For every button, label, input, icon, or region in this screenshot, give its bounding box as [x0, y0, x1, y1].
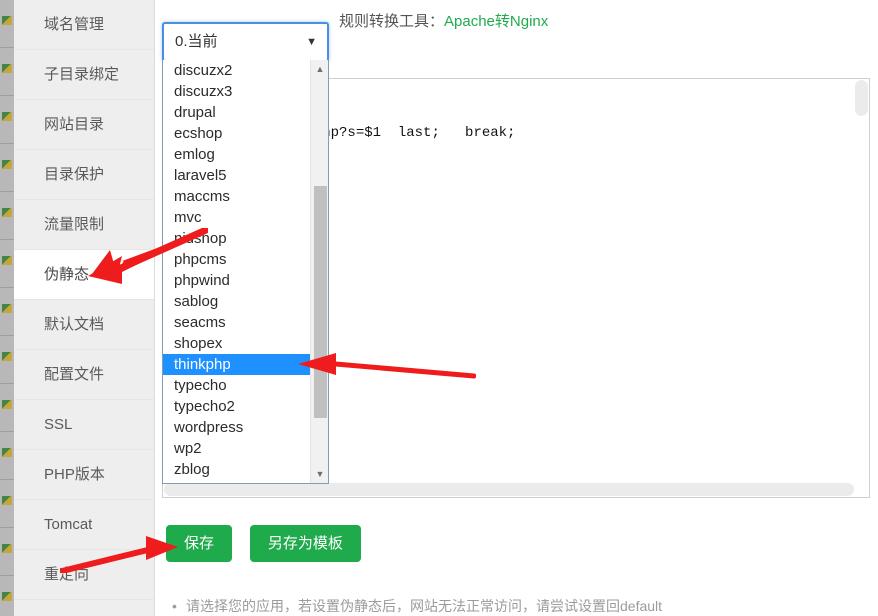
app-select-dropdown[interactable]: discuzx2 discuzx3 drupal ecshop emlog laravel… [162, 60, 329, 484]
sidebar-item-label: 默认文档 [44, 316, 105, 333]
edge-row [0, 240, 14, 288]
edge-marker-icon [2, 256, 12, 265]
triangle-up-icon[interactable]: ▲ [311, 60, 328, 78]
code-horizontal-scrollbar[interactable] [164, 483, 855, 496]
sidebar-item-6[interactable]: 默认文档 [14, 300, 154, 350]
sidebar-item-label: PHP版本 [44, 466, 105, 483]
app-option-discuzx3[interactable]: discuzx3 [163, 81, 311, 102]
edge-row [0, 288, 14, 336]
edge-row [0, 432, 14, 480]
rule-converter-row: 规则转换工具：Apache转Nginx [339, 10, 548, 31]
edge-row [0, 96, 14, 144]
app-option-thinkphp[interactable]: thinkphp [163, 354, 311, 375]
app-option-drupal[interactable]: drupal [163, 102, 311, 123]
app-option-zblog[interactable]: zblog [163, 459, 311, 480]
edge-marker-icon [2, 400, 12, 409]
edge-row [0, 528, 14, 576]
app-option-ecshop[interactable]: ecshop [163, 123, 311, 144]
edge-row [0, 576, 14, 616]
sidebar-item-10[interactable]: Tomcat [14, 500, 154, 550]
sidebar-item-11[interactable]: 重定向 [14, 550, 154, 600]
edge-row [0, 48, 14, 96]
triangle-down-icon[interactable]: ▼ [311, 465, 328, 483]
app-option-maccms[interactable]: maccms [163, 186, 311, 207]
app-option-wordpress[interactable]: wordpress [163, 417, 311, 438]
sidebar-item-9[interactable]: PHP版本 [14, 450, 154, 500]
app-option-laravel5[interactable]: laravel5 [163, 165, 311, 186]
app-option-wp2[interactable]: wp2 [163, 438, 311, 459]
edge-marker-icon [2, 160, 12, 169]
chevron-down-icon: ▼ [306, 36, 317, 48]
left-edge-strip [0, 0, 14, 616]
action-buttons: 保存 另存为模板 [166, 525, 361, 562]
app-option-typecho2[interactable]: typecho2 [163, 396, 311, 417]
edge-marker-icon [2, 448, 12, 457]
app-select-option-list[interactable]: discuzx2 discuzx3 drupal ecshop emlog laravel… [163, 60, 311, 483]
sidebar-item-label: 子目录绑定 [44, 66, 120, 83]
bullet-icon: • [172, 598, 177, 614]
edge-row [0, 336, 14, 384]
dropdown-scrollbar[interactable]: ▲ ▼ [310, 60, 328, 483]
app-option-phpwind[interactable]: phpwind [163, 270, 311, 291]
save-button[interactable]: 保存 [166, 525, 233, 562]
sidebar-item-7[interactable]: 配置文件 [14, 350, 154, 400]
edge-marker-icon [2, 64, 12, 73]
code-vertical-scroll-thumb[interactable] [855, 80, 868, 116]
sidebar-item-label: 网站目录 [44, 116, 105, 133]
sidebar-item-label: 流量限制 [44, 216, 105, 233]
edge-row [0, 144, 14, 192]
main-content: 0.当前 ▼ 规则转换工具：Apache转Nginx equest_filena… [156, 0, 878, 616]
app-option-sablog[interactable]: sablog [163, 291, 311, 312]
edge-row [0, 480, 14, 528]
apache-to-nginx-link[interactable]: Apache转Nginx [444, 13, 548, 30]
sidebar: 域名管理子目录绑定网站目录目录保护流量限制伪静态默认文档配置文件 SSL PHP版本… [14, 0, 155, 616]
edge-marker-icon [2, 496, 12, 505]
sidebar-item-label: 目录保护 [44, 166, 105, 183]
edge-marker-icon [2, 592, 12, 601]
app-option-phpcms[interactable]: phpcms [163, 249, 311, 270]
sidebar-item-label: 伪静态 [44, 266, 90, 283]
sidebar-item-2[interactable]: 网站目录 [14, 100, 154, 150]
app-option-shopex[interactable]: shopex [163, 333, 311, 354]
sidebar-item-label: 重定向 [44, 566, 90, 583]
sidebar-item-label: Tomcat [44, 516, 93, 533]
sidebar-item-4[interactable]: 流量限制 [14, 200, 154, 250]
hint-label: 请选择您的应用，若设置伪静态后，网站无法正常访问，请尝试设置回default [186, 598, 663, 614]
rule-converter-label: 规则转换工具： [339, 13, 445, 30]
sidebar-item-8[interactable]: SSL [14, 400, 154, 450]
edge-marker-icon [2, 112, 12, 121]
edge-row [0, 384, 14, 432]
save-as-template-button[interactable]: 另存为模板 [249, 525, 361, 562]
sidebar-item-label: 域名管理 [44, 16, 105, 33]
app-option-emlog[interactable]: emlog [163, 144, 311, 165]
app-option-seacms[interactable]: seacms [163, 312, 311, 333]
dropdown-scroll-thumb[interactable] [314, 186, 327, 418]
edge-row [0, 192, 14, 240]
sidebar-item-label: 配置文件 [44, 366, 105, 383]
sidebar-item-label: SSL [44, 416, 73, 433]
code-vertical-scrollbar[interactable] [855, 80, 868, 482]
sidebar-item-5[interactable]: 伪静态 [14, 250, 154, 300]
app-option-mvc[interactable]: mvc [163, 207, 311, 228]
edge-marker-icon [2, 544, 12, 553]
sidebar-item-3[interactable]: 目录保护 [14, 150, 154, 200]
app-option-typecho[interactable]: typecho [163, 375, 311, 396]
app-option-niushop[interactable]: niushop [163, 228, 311, 249]
app-select[interactable]: 0.当前 ▼ [162, 22, 329, 62]
sidebar-item-1[interactable]: 子目录绑定 [14, 50, 154, 100]
app-select-value: 0.当前 [175, 33, 218, 50]
edge-marker-icon [2, 352, 12, 361]
hint-text: • 请选择您的应用，若设置伪静态后，网站无法正常访问，请尝试设置回default [172, 596, 662, 616]
edge-marker-icon [2, 208, 12, 217]
code-horizontal-scroll-thumb[interactable] [164, 483, 854, 496]
edge-marker-icon [2, 16, 12, 25]
edge-row [0, 0, 14, 48]
sidebar-item-0[interactable]: 域名管理 [14, 0, 154, 50]
edge-marker-icon [2, 304, 12, 313]
app-option-discuzx2[interactable]: discuzx2 [163, 60, 311, 81]
